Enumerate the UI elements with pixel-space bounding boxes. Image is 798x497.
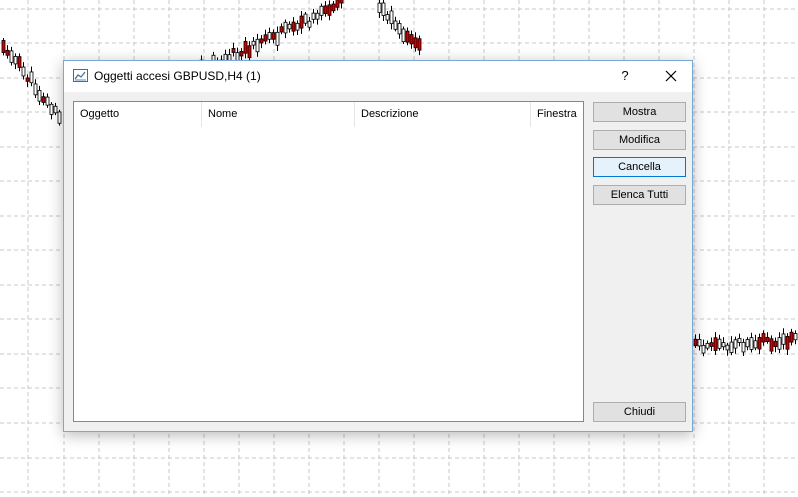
candle-body — [37, 90, 42, 102]
candle-body — [377, 2, 382, 13]
list-all-button[interactable]: Elenca Tutti — [593, 185, 686, 205]
candle-body — [251, 40, 256, 46]
candle-body — [765, 336, 770, 342]
list-body[interactable] — [74, 127, 583, 421]
list-header: Oggetto Nome Descrizione Finestra — [74, 102, 583, 127]
close-dialog-button[interactable]: Chiudi — [593, 402, 686, 422]
candle-body — [263, 34, 268, 42]
candle-body — [45, 96, 50, 106]
column-header-descrizione[interactable]: Descrizione — [355, 102, 531, 127]
candle-body — [303, 13, 308, 24]
candle-body — [785, 335, 790, 350]
candle-body — [761, 333, 766, 343]
candle-body — [777, 337, 782, 350]
candle-body — [701, 345, 706, 354]
candle-body — [29, 71, 34, 84]
candle-body — [757, 337, 762, 350]
objects-list[interactable]: Oggetto Nome Descrizione Finestra — [73, 101, 584, 422]
candle-body — [339, 0, 344, 4]
edit-button[interactable]: Modifica — [593, 130, 686, 150]
candle-body — [13, 56, 18, 65]
candle-body — [729, 341, 734, 353]
candle-body — [57, 111, 62, 124]
candle-body — [733, 339, 738, 349]
candle-body — [275, 31, 280, 46]
candle-body — [247, 45, 252, 59]
candle-body — [773, 340, 778, 347]
candle-body — [327, 4, 332, 16]
candle-body — [21, 66, 26, 77]
candle-body — [781, 333, 786, 345]
candle-body — [753, 340, 758, 349]
candle-body — [267, 32, 272, 40]
candle-body — [311, 12, 316, 20]
candle-body — [331, 3, 336, 12]
candle-body — [271, 32, 276, 40]
candle-body — [409, 34, 414, 45]
candle-body — [385, 14, 390, 21]
candle-body — [287, 23, 292, 30]
candle-body — [243, 40, 248, 54]
close-button[interactable] — [656, 64, 686, 88]
candle-body — [401, 28, 406, 43]
candle-body — [717, 338, 722, 349]
candle-body — [299, 15, 304, 29]
column-header-oggetto[interactable]: Oggetto — [74, 102, 202, 127]
candle-body — [231, 48, 236, 53]
candle-body — [769, 338, 774, 352]
candle-body — [713, 337, 718, 351]
candle-body — [413, 37, 418, 49]
candle-body — [323, 5, 328, 15]
candle-body — [737, 338, 742, 343]
dialog-titlebar[interactable]: Oggetti accesi GBPUSD,H4 (1) ? — [64, 61, 692, 92]
candle-body — [255, 38, 260, 53]
candle-body — [417, 38, 422, 51]
show-button[interactable]: Mostra — [593, 102, 686, 122]
candle-body — [17, 56, 22, 68]
candle-body — [41, 96, 46, 103]
candle-body — [381, 2, 386, 16]
candle-body — [721, 342, 726, 348]
candle-body — [295, 22, 300, 31]
candle-body — [9, 50, 14, 63]
candle-body — [315, 12, 320, 20]
candle-body — [793, 333, 798, 341]
candle-body — [25, 77, 30, 82]
candle-body — [705, 343, 710, 349]
candle-body — [405, 30, 410, 43]
close-icon — [665, 70, 677, 82]
candle-body — [789, 331, 794, 343]
candle-body — [279, 26, 284, 33]
candle-body — [259, 38, 264, 44]
delete-button[interactable]: Cancella — [593, 157, 686, 177]
candle-body — [33, 83, 38, 96]
column-header-finestra[interactable]: Finestra — [531, 102, 583, 127]
candle-body — [697, 339, 702, 347]
candle-body — [749, 337, 754, 350]
help-button[interactable]: ? — [611, 65, 639, 87]
candle-body — [335, 0, 340, 8]
candle-body — [1, 40, 6, 53]
candle-body — [389, 10, 394, 25]
candle-body — [283, 21, 288, 34]
candle-body — [709, 342, 714, 347]
candle-body — [307, 20, 312, 28]
column-header-nome[interactable]: Nome — [202, 102, 355, 127]
chart-window-icon — [73, 69, 88, 82]
candle-body — [741, 342, 746, 353]
candle-body — [49, 103, 54, 115]
candle-body — [5, 49, 10, 56]
candle-body — [725, 344, 730, 351]
candle-body — [693, 338, 698, 347]
candle-body — [291, 21, 296, 32]
candle-body — [53, 105, 58, 114]
candle-body — [745, 339, 750, 348]
dialog-title: Oggetti accesi GBPUSD,H4 (1) — [94, 69, 261, 83]
candle-body — [319, 5, 324, 16]
candle-body — [239, 51, 244, 57]
candle-body — [397, 23, 402, 35]
objects-dialog: Oggetti accesi GBPUSD,H4 (1) ? Oggetto N… — [63, 60, 693, 432]
candle-body — [393, 20, 398, 30]
